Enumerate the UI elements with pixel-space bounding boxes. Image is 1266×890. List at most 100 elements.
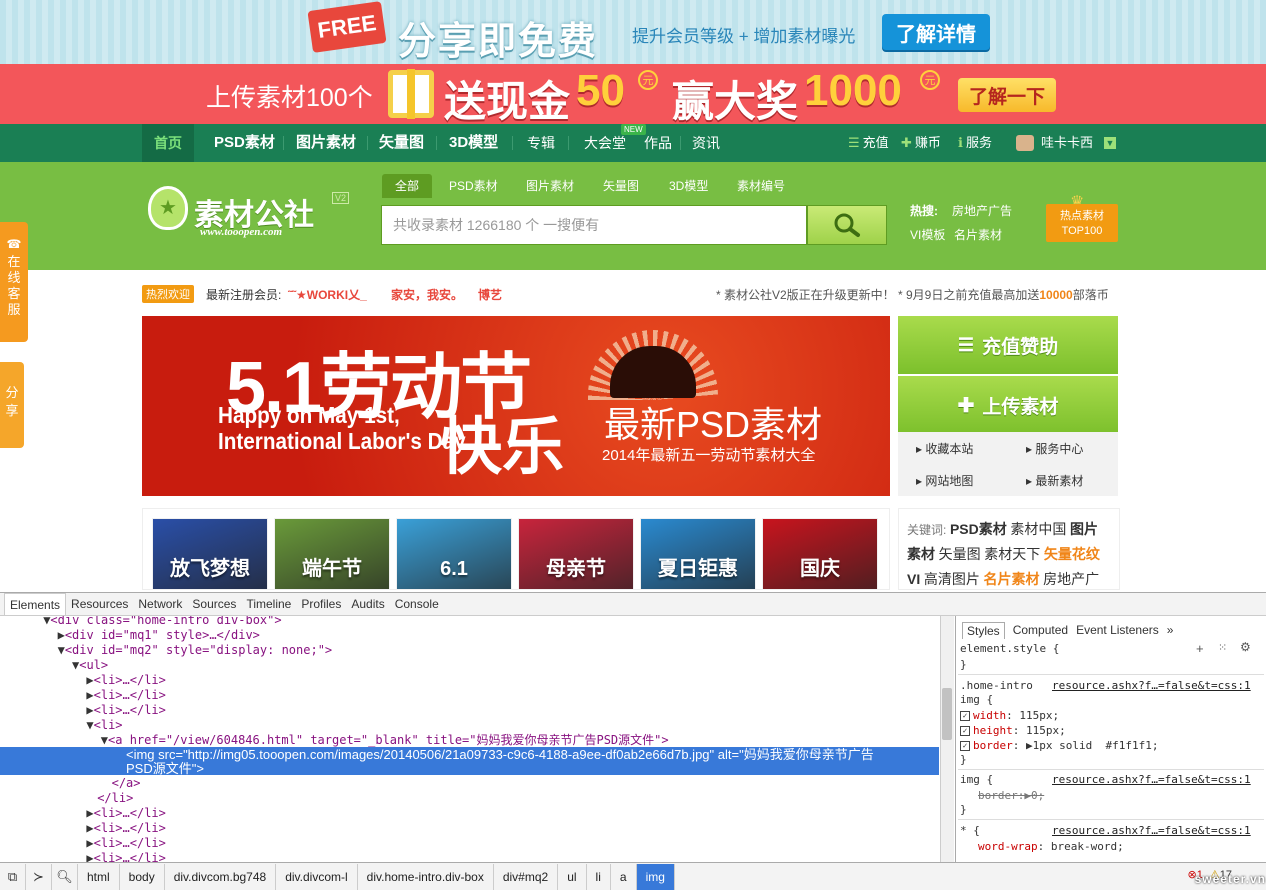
nav-user[interactable]: 哇卡卡西 ▼ xyxy=(1016,124,1117,162)
keyword-link[interactable]: 矢量花纹 xyxy=(1044,546,1100,562)
dom-node-line[interactable]: ▼<li> xyxy=(86,718,122,733)
rule3-source-link[interactable]: resource.ashx?f…=false&t=css:1 xyxy=(1052,824,1251,837)
breadcrumb-item[interactable]: a xyxy=(611,863,637,890)
triangle-down-icon[interactable]: ▼ xyxy=(86,718,93,732)
dom-node-line[interactable]: </li> xyxy=(97,791,133,806)
devtools-tab-console[interactable]: Console xyxy=(390,593,444,615)
keyword-link[interactable]: 高清图片 xyxy=(924,571,980,587)
devtools-tab-audits[interactable]: Audits xyxy=(346,593,389,615)
thumbnail-item[interactable]: 端午节 xyxy=(274,518,390,590)
thumbnail-item[interactable]: 6.1 xyxy=(396,518,512,590)
dom-node-line[interactable]: ▶<li>…</li> xyxy=(86,703,165,718)
breadcrumb-item[interactable]: html xyxy=(78,863,120,890)
dom-node-line[interactable]: ▼<div class="home-intro div-box"> xyxy=(43,616,281,628)
thumbnail-item[interactable]: 国庆 xyxy=(762,518,878,590)
search-tab-all[interactable]: 全部 xyxy=(382,174,433,198)
devtools-tab-elements[interactable]: Elements xyxy=(4,593,67,615)
keyword-link[interactable]: 名片素材 xyxy=(983,571,1039,587)
console-drawer-icon[interactable]: ≻ xyxy=(26,863,52,890)
rule3-selector[interactable]: * { xyxy=(960,824,980,838)
promo-learn-button[interactable]: 了解一下 xyxy=(958,78,1056,112)
member-link[interactable]: 家安，我安。 xyxy=(391,286,463,303)
breadcrumb-item[interactable]: div.divcom.bg748 xyxy=(165,863,277,890)
search-input[interactable]: 共收录素材 1266180 个 一搜便有 xyxy=(381,205,807,245)
quick-link-latest[interactable]: ▸ 最新素材 xyxy=(1026,472,1083,489)
nav-3d[interactable]: 3D模型 xyxy=(449,124,498,162)
rule3-prop[interactable]: word-wrap: break-word; xyxy=(978,840,1124,854)
nav-service[interactable]: ℹ 服务 xyxy=(958,124,992,162)
triangle-right-icon[interactable]: ▶ xyxy=(86,821,93,835)
rule1-selector-img[interactable]: img { xyxy=(960,693,993,707)
dom-node-line[interactable]: ▶<li>…</li> xyxy=(86,851,165,862)
breadcrumb-item[interactable]: div#mq2 xyxy=(494,863,559,890)
search-tab-3d[interactable]: 3D模型 xyxy=(669,174,708,198)
styles-tab-listeners[interactable]: Event Listeners xyxy=(1076,623,1159,637)
quick-link-service[interactable]: ▸ 服务中心 xyxy=(1026,440,1083,457)
devtools-tab-timeline[interactable]: Timeline xyxy=(241,593,296,615)
hot-link[interactable]: 名片素材 xyxy=(954,226,1002,243)
keyword-link[interactable]: 矢量图 xyxy=(939,546,981,562)
hot-link[interactable]: 房地产广告 xyxy=(952,202,1012,219)
site-notice[interactable]: * 素材公社V2版正在升级更新中！ xyxy=(716,286,895,303)
member-link[interactable]: 博艺 xyxy=(478,286,502,303)
breadcrumb-item[interactable]: img xyxy=(636,863,675,890)
triangle-right-icon[interactable]: ▶ xyxy=(86,673,93,687)
element-style-selector[interactable]: element.style { xyxy=(960,642,1059,656)
nav-album[interactable]: 专辑 xyxy=(527,124,555,162)
element-state-icon[interactable]: ⁙ xyxy=(1218,641,1227,654)
online-service-float[interactable]: ☎ 在线客服 xyxy=(0,222,28,342)
dom-scrollbar-thumb[interactable] xyxy=(942,688,952,740)
devtools-tab-network[interactable]: Network xyxy=(133,593,187,615)
css-property[interactable]: ✓ border: ▶1px solid #f1f1f1; xyxy=(960,739,1158,753)
nav-news[interactable]: 资讯 xyxy=(692,124,720,162)
thumbnail-item[interactable]: 夏日钜惠 xyxy=(640,518,756,590)
inspect-search-icon[interactable]: 🔍︎ xyxy=(52,863,78,890)
keyword-link[interactable]: 房地产广 xyxy=(1043,571,1099,587)
keyword-link[interactable]: 素材中国 xyxy=(1010,521,1066,537)
rule2-selector[interactable]: img { xyxy=(960,773,993,787)
recharge-notice[interactable]: * 9月9日之前充值最高加送10000部落币 xyxy=(898,286,1109,303)
quick-link-sitemap[interactable]: ▸ 网站地图 xyxy=(916,472,973,489)
gear-icon[interactable]: ⚙ xyxy=(1240,640,1251,654)
breadcrumb-item[interactable]: ul xyxy=(558,863,587,890)
devtools-tab-sources[interactable]: Sources xyxy=(187,593,241,615)
dom-node-line[interactable]: ▶<li>…</li> xyxy=(86,806,165,821)
dock-icon[interactable]: ⧉ xyxy=(0,863,26,890)
nav-home[interactable]: 首页 xyxy=(142,124,194,162)
triangle-right-icon[interactable]: ▶ xyxy=(86,703,93,717)
dom-node-line[interactable]: ▶<li>…</li> xyxy=(86,688,165,703)
upload-material-button[interactable]: ✚ 上传素材 xyxy=(898,376,1118,434)
quick-link-bookmark[interactable]: ▸ 收藏本站 xyxy=(916,440,973,457)
breadcrumb-item[interactable]: li xyxy=(587,863,611,890)
keyword-link[interactable]: 素材 xyxy=(907,546,935,562)
checkbox-icon[interactable]: ✓ xyxy=(960,741,970,751)
nav-psd[interactable]: PSD素材 xyxy=(214,124,275,162)
dom-node-line[interactable]: </a> xyxy=(112,776,141,791)
triangle-right-icon[interactable]: ▶ xyxy=(86,851,93,862)
dom-node-line[interactable]: ▶<div id="mq1" style>…</div> xyxy=(58,628,260,643)
rule2-source-link[interactable]: resource.ashx?f…=false&t=css:1 xyxy=(1052,773,1251,786)
triangle-right-icon[interactable]: ▶ xyxy=(86,806,93,820)
breadcrumb-item[interactable]: body xyxy=(120,863,165,890)
styles-tab-styles[interactable]: Styles xyxy=(962,621,1005,639)
apple-logo-icon[interactable] xyxy=(148,186,188,230)
nav-recharge[interactable]: ☰ 充值 xyxy=(848,124,889,162)
thumbnail-item[interactable]: 放飞梦想 xyxy=(152,518,268,590)
search-tab-psd[interactable]: PSD素材 xyxy=(449,174,498,198)
top100-badge[interactable]: 热点素材 TOP100 xyxy=(1046,204,1118,242)
dom-node-line[interactable]: ▶<li>…</li> xyxy=(86,673,165,688)
share-float[interactable]: 分享 xyxy=(0,362,24,448)
css-property[interactable]: ✓ width: 115px; xyxy=(960,709,1059,723)
breadcrumb-item[interactable]: div.home-intro.div-box xyxy=(358,863,494,890)
nav-vector[interactable]: 矢量图 xyxy=(379,124,424,162)
keyword-link[interactable]: 素材天下 xyxy=(984,546,1040,562)
selected-dom-node[interactable]: <img src="http://img05.tooopen.com/image… xyxy=(0,747,939,776)
dom-node-line[interactable]: ▼<a href="/view/604846.html" target="_bl… xyxy=(101,733,669,748)
checkbox-icon[interactable]: ✓ xyxy=(960,726,970,736)
styles-tab-computed[interactable]: Computed xyxy=(1013,623,1068,637)
add-rule-icon[interactable]: + xyxy=(1196,641,1204,656)
dom-node-line[interactable]: ▼<ul> xyxy=(72,658,108,673)
dom-node-line[interactable]: ▶<li>…</li> xyxy=(86,821,165,836)
triangle-right-icon[interactable]: ▶ xyxy=(86,688,93,702)
styles-tab-more[interactable]: » xyxy=(1167,623,1174,637)
